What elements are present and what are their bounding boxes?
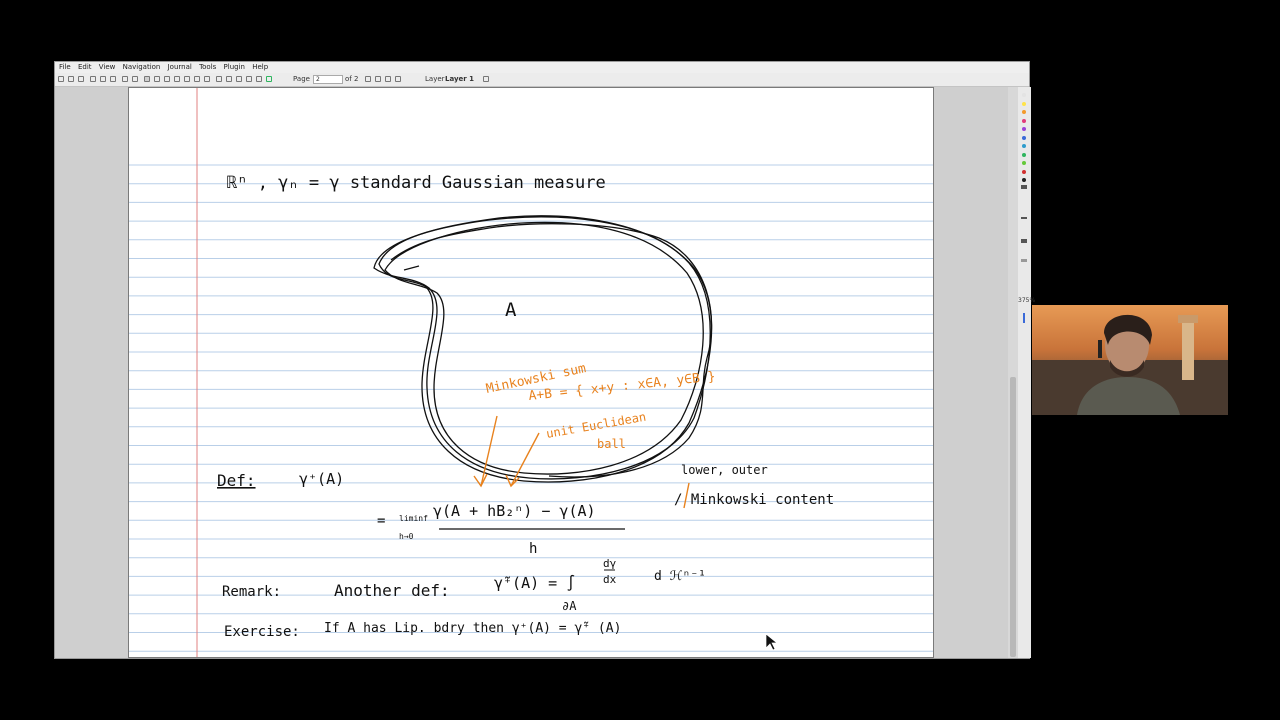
menu-edit[interactable]: Edit (78, 63, 92, 71)
remark-expression: γ̃⁺(A) = ∫ (494, 574, 575, 592)
heading-line: ℝⁿ , γₙ = γ standard Gaussian measure (227, 173, 606, 193)
remark-label: Remark: (222, 584, 281, 600)
page-number-input[interactable]: 2 (313, 75, 343, 84)
palette-color-swatch[interactable] (1022, 118, 1026, 123)
exercise-label: Exercise: (224, 624, 300, 640)
menu-plugin[interactable]: Plugin (224, 63, 245, 71)
next-page-icon[interactable] (385, 76, 391, 82)
layer-add-icon[interactable] (483, 76, 489, 82)
vertical-scrollbar[interactable] (1008, 87, 1018, 658)
remark-measure: d ℋⁿ⁻¹ (654, 569, 706, 584)
notes-text: ℝⁿ , γₙ = γ standard Gaussian measure A … (217, 173, 834, 640)
set-a-drawing (373, 215, 713, 483)
menu-view[interactable]: View (99, 63, 116, 71)
def-label: Def: (217, 471, 256, 490)
refresh-icon[interactable] (266, 76, 272, 82)
palette-color-swatch[interactable] (1022, 127, 1026, 131)
set-a-label: A (505, 299, 517, 321)
mouse-cursor-icon (765, 633, 778, 651)
palette-color-swatch[interactable] (1022, 135, 1026, 140)
palette-color-swatch[interactable] (1022, 144, 1026, 148)
undo-icon[interactable] (122, 76, 128, 82)
first-page-icon[interactable] (365, 76, 371, 82)
image-icon[interactable] (174, 76, 180, 82)
webcam-overlay (1032, 305, 1228, 415)
palette-color-swatch[interactable] (1022, 178, 1026, 182)
new-document-icon[interactable] (58, 76, 64, 82)
page-label: Page (293, 75, 310, 83)
menu-help[interactable]: Help (252, 63, 268, 71)
select-region-icon[interactable] (226, 76, 232, 82)
save-icon[interactable] (78, 76, 84, 82)
zoom-slider[interactable] (1023, 313, 1025, 323)
notebook-page[interactable]: ℝⁿ , γₙ = γ standard Gaussian measure A … (128, 87, 934, 658)
liminf-numerator: γ(A + hB₂ⁿ) − γ(A) (433, 502, 596, 520)
remark-fraction-numerator: dγ (603, 557, 617, 570)
copy-icon[interactable] (100, 76, 106, 82)
pen-tool-icon[interactable] (144, 76, 150, 82)
open-icon[interactable] (68, 76, 74, 82)
hand-tool-icon[interactable] (236, 76, 242, 82)
zoom-level: 375% (1018, 297, 1036, 304)
def-expression: γ⁺(A) (299, 470, 344, 488)
minkowski-content-text: / Minkowski content (674, 492, 834, 508)
exercise-text: If A has Lip. bdry then γ⁺(A) = γ̃⁺ (A) (324, 621, 621, 636)
palette-color-swatch[interactable] (1022, 169, 1026, 174)
pen-size-small-icon[interactable] (1021, 185, 1027, 189)
shape-icon[interactable] (204, 76, 210, 82)
scrollbar-thumb[interactable] (1010, 377, 1016, 657)
equals-sign: = (377, 513, 385, 529)
layer-select[interactable]: Layer 1 (445, 73, 474, 86)
palette-color-swatch[interactable] (1022, 93, 1026, 97)
last-page-icon[interactable] (395, 76, 401, 82)
menu-tools[interactable]: Tools (199, 63, 216, 71)
select-rect-icon[interactable] (216, 76, 222, 82)
xournal-window: File Edit View Navigation Journal Tools … (54, 61, 1036, 659)
page-count: of 2 (345, 75, 359, 83)
page-canvas: ℝⁿ , γₙ = γ standard Gaussian measure A … (129, 88, 933, 657)
menu-journal[interactable]: Journal (168, 63, 192, 71)
fill-toggle-icon[interactable] (1021, 239, 1027, 243)
menu-file[interactable]: File (59, 63, 71, 71)
palette-color-swatch[interactable] (1022, 161, 1026, 165)
liminf-denominator: h (529, 541, 537, 557)
liminf-label: liminf (399, 514, 428, 523)
palette-color-swatch[interactable] (1022, 101, 1026, 106)
palette-color-swatch[interactable] (1022, 110, 1026, 114)
menu-navigation[interactable]: Navigation (123, 63, 161, 71)
eraser-icon[interactable] (154, 76, 160, 82)
liminf-subscript: h→0 (399, 532, 414, 541)
page-number-value: 2 (316, 76, 320, 83)
play-object-icon[interactable] (256, 76, 262, 82)
layer-label: Layer (425, 75, 445, 83)
latex-icon[interactable] (194, 76, 200, 82)
previous-page-icon[interactable] (375, 76, 381, 82)
menu-bar: File Edit View Navigation Journal Tools … (55, 62, 1029, 73)
highlighter-icon[interactable] (164, 76, 170, 82)
remark-fraction-denominator: dx (603, 573, 617, 586)
vertical-space-icon[interactable] (246, 76, 252, 82)
lower-outer-text: lower, outer (681, 463, 768, 477)
palette-color-swatch[interactable] (1022, 152, 1026, 157)
pen-size-medium-icon[interactable] (1021, 217, 1027, 219)
ball-text: ball (597, 437, 626, 451)
remark-boundary-subscript: ∂A (562, 599, 577, 613)
cut-icon[interactable] (90, 76, 96, 82)
orange-annotations: Minkowski sum A+B = { x+y : x∈A, y∈B } u… (485, 361, 717, 451)
paste-icon[interactable] (110, 76, 116, 82)
webcam-image (1032, 314, 1228, 415)
text-tool-icon[interactable] (184, 76, 190, 82)
remark-text: Another def: (334, 581, 450, 600)
toolbar: Page 2 of 2 Layer Layer 1 (55, 73, 1029, 87)
redo-icon[interactable] (132, 76, 138, 82)
color-palette: 375% (1018, 87, 1036, 658)
line-style-icon[interactable] (1021, 259, 1027, 262)
